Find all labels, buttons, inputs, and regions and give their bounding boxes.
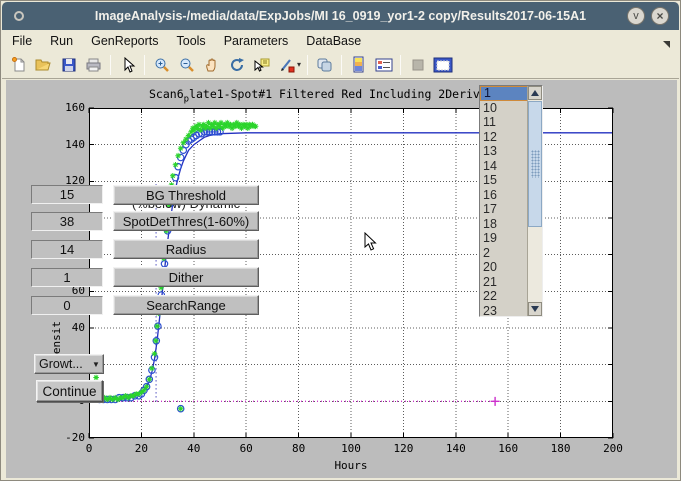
toolbar-separator — [144, 55, 145, 75]
listbox-item-13[interactable]: 13 — [480, 144, 528, 159]
menu-tools[interactable]: Tools — [177, 34, 206, 48]
minimize-button[interactable]: v — [627, 7, 645, 25]
data-cursor-icon[interactable] — [250, 53, 273, 76]
insert-colorbar-icon[interactable] — [347, 53, 370, 76]
searchrange-input[interactable] — [31, 296, 103, 315]
spotdetthres-input[interactable] — [31, 212, 103, 231]
plot-title: Scan6plate1-Spot#1 Filtered Red Includin… — [149, 87, 508, 104]
rotate-3d-icon[interactable] — [225, 53, 248, 76]
bg-threshold-input[interactable] — [31, 185, 103, 204]
listbox-item-2[interactable]: 2 — [480, 246, 528, 261]
listbox-scrollbar[interactable] — [527, 86, 542, 316]
toolbar-separator — [110, 55, 111, 75]
mouse-cursor — [364, 232, 378, 257]
pan-hand-icon[interactable] — [200, 53, 223, 76]
y-tick-label: 140 — [45, 138, 85, 151]
chevron-down-icon: ▼ — [89, 360, 103, 369]
dock-figure-icon[interactable] — [431, 53, 454, 76]
listbox-item-23[interactable]: 23 — [480, 304, 528, 318]
scrollbar-thumb[interactable] — [528, 101, 542, 227]
scrollbar-grip — [531, 150, 540, 178]
listbox-item-12[interactable]: 12 — [480, 130, 528, 145]
listbox-item-11[interactable]: 11 — [480, 115, 528, 130]
x-tick-label: 180 — [541, 442, 581, 455]
listbox-item-17[interactable]: 17 — [480, 202, 528, 217]
title-bar[interactable]: ImageAnalysis-/media/data/ExpJobs/MI 16_… — [2, 2, 679, 30]
x-tick-label: 160 — [488, 442, 528, 455]
listbox-item-10[interactable]: 10 — [480, 101, 528, 116]
toolbar-separator — [307, 55, 308, 75]
figure-canvas: Scan6plate1-Spot#1 Filtered Red Includin… — [6, 80, 677, 478]
scroll-up-icon[interactable] — [528, 86, 542, 100]
radius-button[interactable]: Radius — [113, 239, 259, 259]
toolbar-separator — [400, 55, 401, 75]
menu-genreports[interactable]: GenReports — [91, 34, 158, 48]
brush-dropdown-icon[interactable]: ▾ — [297, 60, 301, 69]
menu-bar: File Run GenReports Tools Parameters Dat… — [2, 30, 679, 51]
x-tick-label: 100 — [331, 442, 371, 455]
x-tick-label: 140 — [436, 442, 476, 455]
y-tick-label: 160 — [45, 101, 85, 114]
scroll-down-icon[interactable] — [528, 302, 542, 316]
print-icon[interactable] — [82, 53, 105, 76]
toolbar: ▾ — [2, 51, 679, 79]
listbox-items: 110111213141516171819220212223 — [480, 86, 528, 317]
menu-database[interactable]: DataBase — [306, 34, 361, 48]
menu-parameters[interactable]: Parameters — [224, 34, 289, 48]
listbox-item-1[interactable]: 1 — [480, 86, 528, 101]
bg-threshold-subtext: (%below) Dynamic — [113, 204, 259, 211]
copy-link-icon[interactable] — [313, 53, 336, 76]
menu-file[interactable]: File — [12, 34, 32, 48]
searchrange-button[interactable]: SearchRange — [113, 295, 259, 315]
radius-input[interactable] — [31, 240, 103, 259]
listbox-item-14[interactable]: 14 — [480, 159, 528, 174]
new-file-icon[interactable] — [7, 53, 30, 76]
insert-legend-icon[interactable] — [372, 53, 395, 76]
listbox-item-16[interactable]: 16 — [480, 188, 528, 203]
brush-icon[interactable] — [275, 53, 298, 76]
menu-run[interactable]: Run — [50, 34, 73, 48]
x-tick-label: 120 — [383, 442, 423, 455]
x-tick-label: 80 — [279, 442, 319, 455]
spotdetthres-button[interactable]: SpotDetThres(1-60%) — [113, 211, 259, 231]
x-axis-label: Hours — [89, 459, 613, 472]
disabled-tool-icon — [406, 53, 429, 76]
zoom-in-icon[interactable] — [150, 53, 173, 76]
listbox-item-21[interactable]: 21 — [480, 275, 528, 290]
spot-number-listbox[interactable]: 110111213141516171819220212223 — [479, 85, 543, 317]
bg-threshold-button[interactable]: BG Threshold — [113, 185, 259, 205]
continue-button[interactable]: Continue — [36, 380, 103, 402]
x-tick-label: 0 — [69, 442, 109, 455]
pointer-icon[interactable] — [116, 53, 139, 76]
dither-button[interactable]: Dither — [113, 267, 259, 287]
x-tick-label: 60 — [226, 442, 266, 455]
application-window: ImageAnalysis-/media/data/ExpJobs/MI 16_… — [0, 0, 681, 481]
listbox-item-18[interactable]: 18 — [480, 217, 528, 232]
x-tick-label: 200 — [593, 442, 633, 455]
listbox-item-20[interactable]: 20 — [480, 260, 528, 275]
dither-input[interactable] — [31, 268, 103, 287]
listbox-item-19[interactable]: 19 — [480, 231, 528, 246]
listbox-item-22[interactable]: 22 — [480, 289, 528, 304]
close-button[interactable]: × — [651, 7, 669, 25]
toolbar-separator — [341, 55, 342, 75]
save-icon[interactable] — [57, 53, 80, 76]
open-file-icon[interactable] — [32, 53, 55, 76]
window-title: ImageAnalysis-/media/data/ExpJobs/MI 16_… — [2, 9, 679, 23]
listbox-item-15[interactable]: 15 — [480, 173, 528, 188]
zoom-out-icon[interactable] — [175, 53, 198, 76]
growth-dropdown[interactable]: Growt... ▼ — [34, 354, 104, 374]
x-tick-label: 20 — [121, 442, 161, 455]
x-tick-label: 40 — [174, 442, 214, 455]
